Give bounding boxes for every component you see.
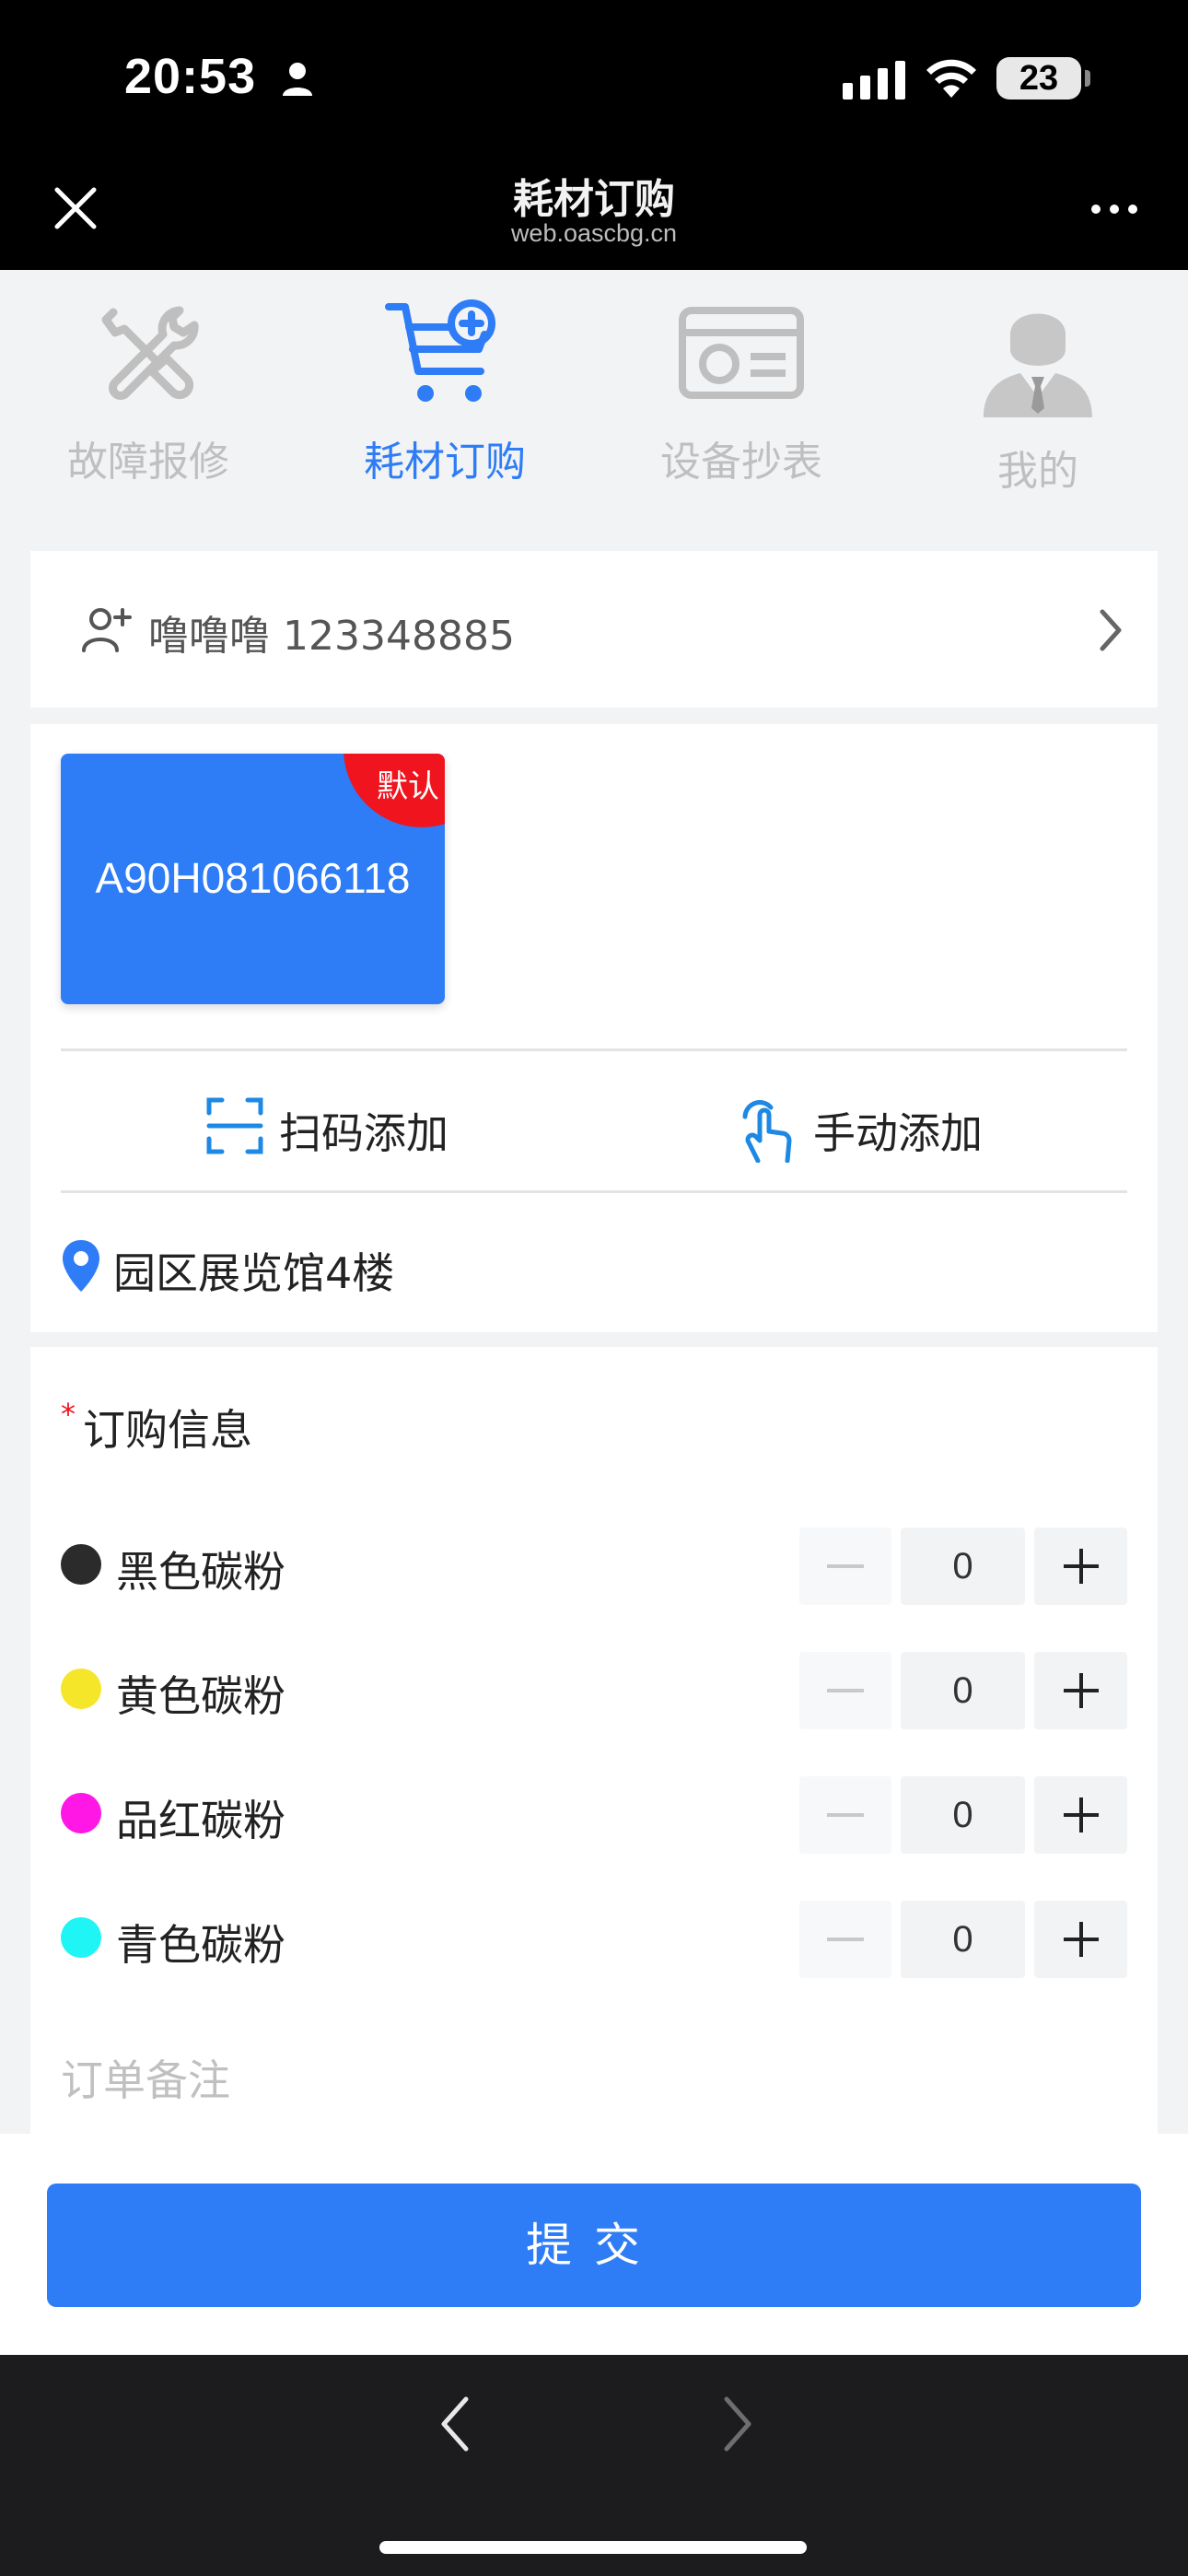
tab-label: 故障报修: [67, 439, 229, 486]
more-icon[interactable]: [1087, 195, 1142, 223]
toner-name: 黄色碳粉: [116, 1671, 285, 1721]
decrease-button[interactable]: [799, 1901, 891, 1978]
wrench-screwdriver-icon: [101, 306, 199, 400]
divider: [61, 1048, 1127, 1051]
device-tile[interactable]: 默认 A90H081066118: [61, 754, 445, 1004]
location-text: 园区展览馆4楼: [113, 1248, 395, 1298]
required-mark: *: [61, 1397, 76, 1432]
toner-row-magenta: 品红碳粉 0: [61, 1776, 1127, 1854]
device-id: A90H081066118: [95, 854, 411, 902]
tab-repair[interactable]: 故障报修: [0, 298, 297, 528]
cellular-signal-icon: [843, 61, 905, 100]
order-info-card: * 订购信息 黑色碳粉 0 黄色碳粉 0 品红碳粉 0 青色碳粉 0 订单备注: [30, 1347, 1158, 2134]
divider: [61, 1190, 1127, 1193]
increase-button[interactable]: [1034, 1528, 1127, 1605]
tab-mine[interactable]: 我的: [890, 298, 1186, 528]
wifi-icon: [926, 59, 976, 98]
toner-color-dot: [61, 1793, 101, 1833]
decrease-button[interactable]: [799, 1776, 891, 1854]
tab-bar: 故障报修 耗材订购 设备抄表 我的: [0, 270, 1188, 546]
tab-label: 我的: [997, 448, 1078, 495]
submit-button[interactable]: 提交: [47, 2184, 1141, 2307]
device-card: 默认 A90H081066118 扫码添加 手动添加 园区展览馆4楼: [30, 724, 1158, 1332]
toner-row-cyan: 青色碳粉 0: [61, 1901, 1127, 1978]
page-url: web.oascbg.cn: [510, 219, 678, 247]
manual-add-label: 手动添加: [813, 1108, 983, 1158]
toner-row-yellow: 黄色碳粉 0: [61, 1652, 1127, 1729]
contact-row[interactable]: 噜噜噜 123348885: [30, 551, 1158, 708]
home-indicator: [379, 2541, 807, 2554]
tab-label: 设备抄表: [660, 439, 822, 486]
footer: 提交: [0, 2134, 1188, 2355]
tab-label: 耗材订购: [364, 439, 526, 486]
quantity-input[interactable]: 0: [901, 1776, 1025, 1854]
quantity-stepper: 0: [799, 1652, 1127, 1729]
quantity-stepper: 0: [799, 1528, 1127, 1605]
quantity-stepper: 0: [799, 1776, 1127, 1854]
quantity-input[interactable]: 0: [901, 1528, 1025, 1605]
status-time: 20:53: [124, 49, 257, 104]
location-pin-icon: [63, 1240, 99, 1292]
scan-icon: [206, 1097, 263, 1154]
scan-add-button[interactable]: 扫码添加: [205, 1089, 482, 1163]
browser-toolbar: [0, 2355, 1188, 2576]
back-arrow-icon[interactable]: [433, 2392, 479, 2456]
forward-arrow-icon[interactable]: [714, 2392, 760, 2456]
quantity-stepper: 0: [799, 1901, 1127, 1978]
toner-color-dot: [61, 1917, 101, 1958]
user-avatar-icon: [984, 313, 1092, 417]
increase-button[interactable]: [1034, 1901, 1127, 1978]
chevron-right-icon: [1100, 609, 1122, 651]
status-bar: 20:53 23: [0, 0, 1188, 147]
default-badge-label: 默认: [377, 768, 439, 805]
increase-button[interactable]: [1034, 1652, 1127, 1729]
cart-plus-icon: [385, 299, 495, 402]
add-contact-icon: [82, 608, 132, 652]
increase-button[interactable]: [1034, 1776, 1127, 1854]
person-icon: [283, 63, 312, 96]
touch-hand-icon: [742, 1100, 792, 1163]
toner-name: 品红碳粉: [116, 1796, 285, 1845]
quantity-input[interactable]: 0: [901, 1901, 1025, 1978]
scan-add-label: 扫码添加: [279, 1108, 448, 1158]
contact-name: 噜噜噜 123348885: [148, 613, 515, 660]
meter-card-icon: [679, 307, 804, 399]
toner-row-black: 黑色碳粉 0: [61, 1528, 1127, 1605]
battery-indicator: 23: [996, 57, 1090, 100]
tab-meter-reading[interactable]: 设备抄表: [593, 298, 890, 528]
toner-name: 青色碳粉: [116, 1920, 285, 1970]
manual-add-button[interactable]: 手动添加: [740, 1089, 1016, 1163]
quantity-input[interactable]: 0: [901, 1652, 1025, 1729]
decrease-button[interactable]: [799, 1528, 891, 1605]
order-section-title: * 订购信息: [61, 1397, 252, 1458]
toner-color-dot: [61, 1669, 101, 1709]
title-bar: 耗材订购 web.oascbg.cn: [0, 147, 1188, 270]
tab-consumables-order[interactable]: 耗材订购: [297, 298, 593, 528]
page-title: 耗材订购: [513, 176, 675, 223]
decrease-button[interactable]: [799, 1652, 891, 1729]
toner-name: 黑色碳粉: [116, 1547, 285, 1597]
toner-color-dot: [61, 1544, 101, 1585]
order-remark-input[interactable]: 订单备注: [61, 2047, 230, 2108]
order-title-text: 订购信息: [83, 1405, 252, 1455]
